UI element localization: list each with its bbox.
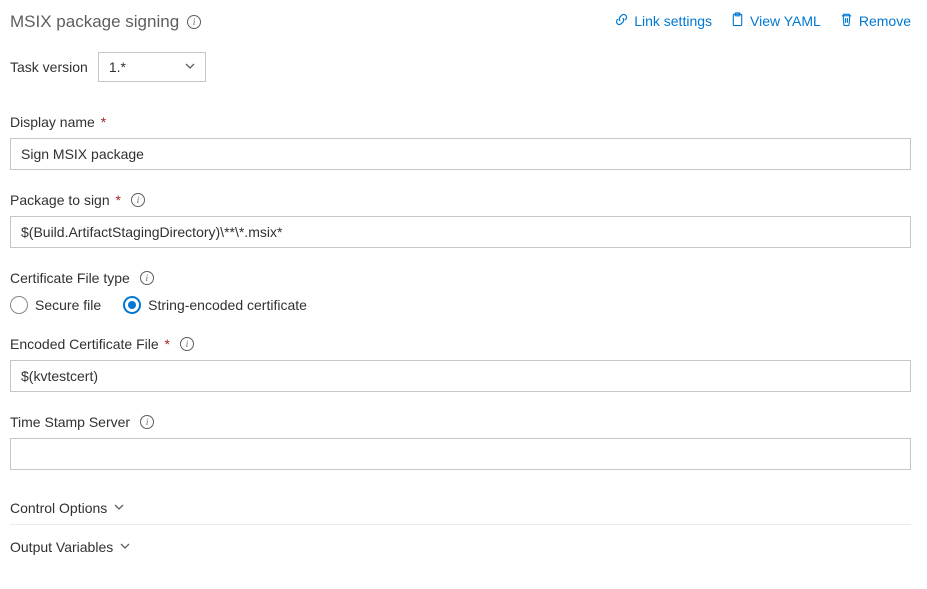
view-yaml-button[interactable]: View YAML	[730, 12, 821, 30]
control-options-label: Control Options	[10, 500, 107, 516]
display-name-label: Display name *	[10, 114, 106, 130]
link-settings-label: Link settings	[634, 13, 712, 29]
radio-string-encoded[interactable]: String-encoded certificate	[123, 296, 307, 314]
encoded-cert-file-label: Encoded Certificate File *	[10, 336, 170, 352]
header-actions: Link settings View YAML Remove	[614, 12, 911, 30]
radio-secure-file[interactable]: Secure file	[10, 296, 101, 314]
radio-icon	[123, 296, 141, 314]
link-icon	[614, 12, 629, 30]
trash-icon	[839, 12, 854, 30]
encoded-cert-file-input[interactable]	[10, 360, 911, 392]
time-stamp-server-label: Time Stamp Server	[10, 414, 130, 430]
info-icon[interactable]: i	[140, 415, 154, 429]
radio-icon	[10, 296, 28, 314]
remove-button[interactable]: Remove	[839, 12, 911, 30]
page-title: MSIX package signing	[10, 12, 179, 32]
info-icon[interactable]: i	[131, 193, 145, 207]
clipboard-icon	[730, 12, 745, 30]
view-yaml-label: View YAML	[750, 13, 821, 29]
task-version-label: Task version	[10, 59, 88, 75]
output-variables-label: Output Variables	[10, 539, 113, 555]
chevron-down-icon	[113, 500, 125, 516]
radio-secure-file-label: Secure file	[35, 297, 101, 313]
chevron-down-icon	[119, 539, 131, 555]
display-name-input[interactable]	[10, 138, 911, 170]
link-settings-button[interactable]: Link settings	[614, 12, 712, 30]
package-to-sign-label: Package to sign *	[10, 192, 121, 208]
cert-file-type-label: Certificate File type	[10, 270, 130, 286]
radio-string-encoded-label: String-encoded certificate	[148, 297, 307, 313]
info-icon[interactable]: i	[140, 271, 154, 285]
control-options-section[interactable]: Control Options	[10, 492, 911, 525]
task-version-select[interactable]: 1.*	[98, 52, 206, 82]
remove-label: Remove	[859, 13, 911, 29]
info-icon[interactable]: i	[187, 15, 201, 29]
package-to-sign-input[interactable]	[10, 216, 911, 248]
output-variables-section[interactable]: Output Variables	[10, 531, 911, 563]
time-stamp-server-input[interactable]	[10, 438, 911, 470]
info-icon[interactable]: i	[180, 337, 194, 351]
